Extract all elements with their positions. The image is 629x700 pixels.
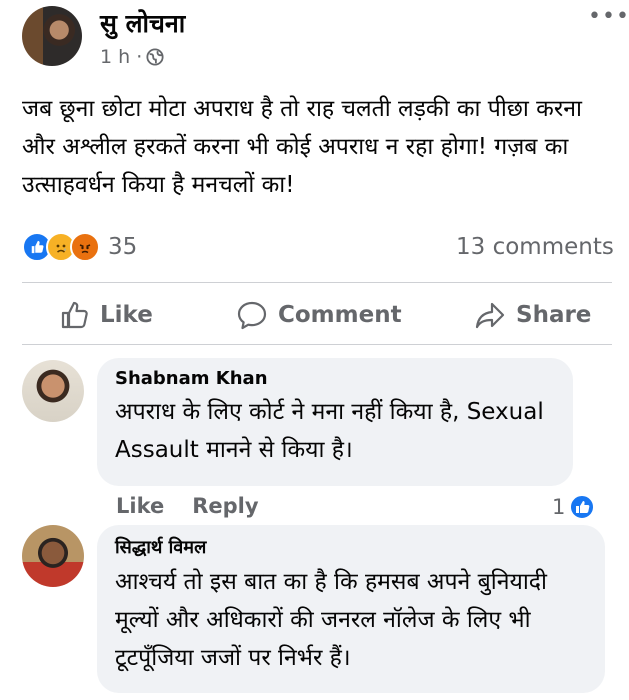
like-button-label: Like xyxy=(100,302,153,328)
comment-text: अपराध के लिए कोर्ट ने मना नहीं किया है, … xyxy=(115,399,544,463)
comment-icon xyxy=(237,301,267,330)
post-meta: 1 h · xyxy=(100,46,164,68)
comment-bubble: सिद्धार्थ विमल आश्चर्य तो इस बात का है क… xyxy=(97,525,605,693)
comment-reply-button[interactable]: Reply xyxy=(192,494,258,518)
author-name[interactable]: सु लोचना xyxy=(100,6,185,40)
comment-reaction-count[interactable]: 1 xyxy=(552,494,596,520)
thumbs-up-icon xyxy=(61,301,88,329)
share-button[interactable]: Share xyxy=(474,300,591,330)
angry-reaction-icon xyxy=(70,232,100,262)
comment-bubble: Shabnam Khan अपराध के लिए कोर्ट ने मना न… xyxy=(97,358,573,486)
commenter-avatar[interactable] xyxy=(22,360,84,422)
like-button[interactable]: Like xyxy=(60,300,153,330)
share-button-label: Share xyxy=(516,302,592,328)
comment-text: आश्चर्य तो इस बात का है कि हमसब अपने बुन… xyxy=(115,569,547,671)
comments-count[interactable]: 13 comments xyxy=(456,234,614,260)
more-options-icon[interactable]: ••• xyxy=(588,4,629,29)
commenter-avatar[interactable] xyxy=(22,525,84,587)
like-reaction-icon xyxy=(569,494,596,520)
action-bar: Like Comment Share xyxy=(0,300,629,336)
comment-button-label: Comment xyxy=(278,302,402,328)
reactions-icons[interactable] xyxy=(22,232,100,262)
commenter-name[interactable]: Shabnam Khan xyxy=(115,368,555,389)
comment-button[interactable]: Comment xyxy=(236,300,402,330)
divider xyxy=(22,282,612,283)
commenter-name[interactable]: सिद्धार्थ विमल xyxy=(115,535,587,559)
comment-actions: Like Reply xyxy=(116,494,259,518)
globe-icon xyxy=(146,48,164,66)
post-text: जब छूना छोटा मोटा अपराध है तो राह चलती ल… xyxy=(22,96,582,198)
post-time[interactable]: 1 h · xyxy=(100,46,142,68)
share-icon xyxy=(475,302,505,329)
author-avatar[interactable] xyxy=(22,6,82,66)
comment-like-count: 1 xyxy=(552,495,566,519)
divider xyxy=(22,344,612,345)
reaction-count[interactable]: 35 xyxy=(108,234,137,260)
comment-like-button[interactable]: Like xyxy=(116,494,164,518)
